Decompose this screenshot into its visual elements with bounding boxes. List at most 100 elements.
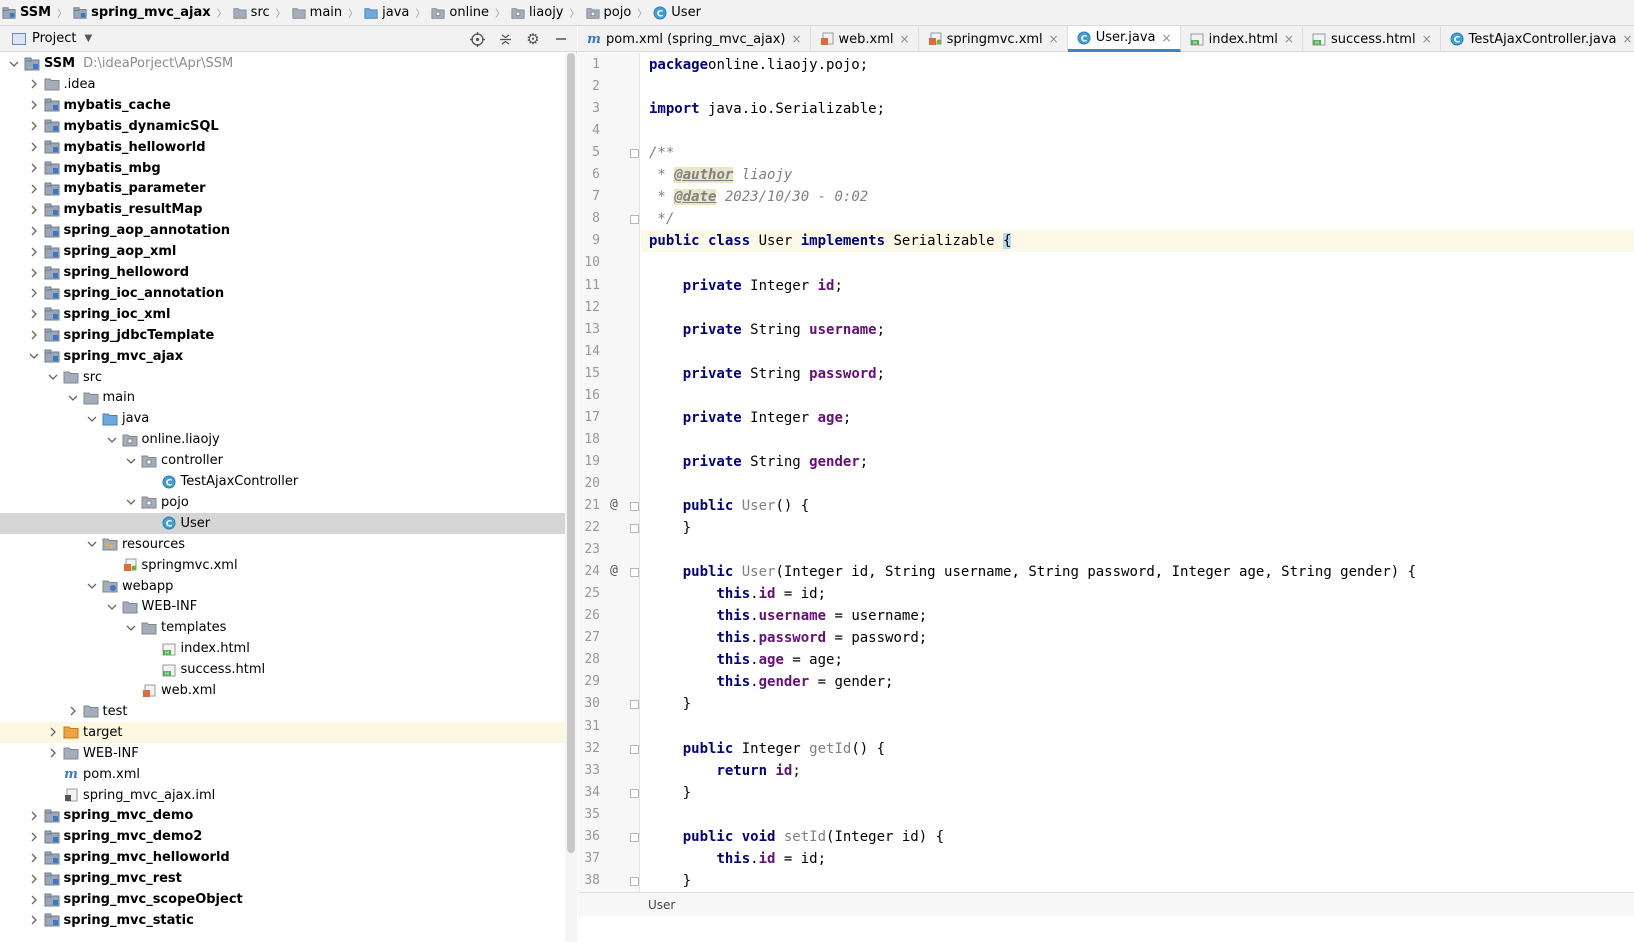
chevron-right-icon[interactable] bbox=[28, 267, 40, 279]
code-line[interactable]: /** bbox=[641, 142, 1634, 164]
code-line[interactable]: private String password; bbox=[641, 363, 1634, 385]
tree-item[interactable]: webapp bbox=[0, 576, 565, 597]
close-icon[interactable]: × bbox=[1284, 32, 1294, 46]
override-marker-icon[interactable]: @ bbox=[610, 497, 618, 512]
chevron-right-icon[interactable] bbox=[28, 308, 40, 320]
fold-toggle-icon[interactable] bbox=[630, 524, 639, 534]
tree-item[interactable]: spring_ioc_xml bbox=[0, 304, 565, 325]
tree-item[interactable]: .idea bbox=[0, 74, 565, 95]
code-line[interactable] bbox=[641, 252, 1634, 274]
collapse-all-icon[interactable] bbox=[497, 31, 513, 47]
editor-tab[interactable]: C User.java × bbox=[1067, 26, 1181, 52]
tree-item[interactable]: online.liaojy bbox=[0, 429, 565, 450]
fold-toggle-icon[interactable] bbox=[630, 700, 639, 710]
code-line[interactable]: public void setId(Integer id) { bbox=[641, 826, 1634, 848]
code-line[interactable]: } bbox=[641, 517, 1634, 539]
code-line[interactable] bbox=[641, 716, 1634, 738]
code-line[interactable]: public class User implements Serializabl… bbox=[641, 230, 1634, 253]
chevron-right-icon[interactable] bbox=[28, 141, 40, 153]
fold-toggle-icon[interactable] bbox=[630, 744, 639, 754]
tree-item[interactable]: spring_mvc_scopeObject bbox=[0, 889, 565, 910]
code-line[interactable] bbox=[641, 385, 1634, 407]
code-line[interactable]: } bbox=[641, 782, 1634, 804]
fold-toggle-icon[interactable] bbox=[630, 502, 639, 511]
chevron-right-icon[interactable] bbox=[28, 246, 40, 258]
tree-item[interactable]: spring_aop_annotation bbox=[0, 220, 565, 241]
code-line[interactable]: public User(Integer id, String username,… bbox=[641, 561, 1634, 583]
chevron-down-icon[interactable] bbox=[86, 538, 98, 550]
tree-item[interactable]: spring_jdbcTemplate bbox=[0, 325, 565, 346]
tree-item[interactable]: pojo bbox=[0, 492, 565, 513]
tree-item[interactable]: spring_ioc_annotation bbox=[0, 283, 565, 304]
tree-item[interactable]: spring_aop_xml bbox=[0, 241, 565, 262]
code-line[interactable]: */ bbox=[641, 208, 1634, 230]
code-line[interactable]: public User() { bbox=[641, 495, 1634, 517]
chevron-down-icon[interactable] bbox=[67, 392, 79, 404]
tree-item[interactable]: spring_helloword bbox=[0, 262, 565, 283]
tree-item[interactable]: web.xml bbox=[0, 680, 565, 701]
tree-item[interactable]: mybatis_cache bbox=[0, 95, 565, 116]
override-marker-icon[interactable]: @ bbox=[610, 563, 618, 578]
tree-item[interactable]: WEB-INF bbox=[0, 596, 565, 617]
tree-scrollbar-thumb[interactable] bbox=[567, 53, 575, 853]
tree-item[interactable]: spring_mvc_demo2 bbox=[0, 826, 565, 847]
code-line[interactable]: * @date 2023/10/30 - 0:02 bbox=[641, 186, 1634, 208]
breadcrumb-item[interactable]: pojo 〉 bbox=[585, 0, 654, 26]
tree-item[interactable]: spring_mvc_ajax bbox=[0, 346, 565, 367]
tree-item[interactable]: mybatis_parameter bbox=[0, 178, 565, 199]
code-line[interactable] bbox=[641, 120, 1634, 142]
editor-tab[interactable]: Hsuccess.html × bbox=[1303, 26, 1441, 52]
chevron-right-icon[interactable] bbox=[28, 831, 40, 843]
project-view-selector[interactable]: Project ▼ bbox=[12, 31, 92, 46]
chevron-down-icon[interactable] bbox=[106, 434, 118, 446]
tree-item[interactable]: SSM D:\ideaPorject\Apr\SSM bbox=[0, 53, 565, 74]
code-line[interactable]: this.password = password; bbox=[641, 627, 1634, 649]
code-line[interactable]: * @author liaojy bbox=[641, 164, 1634, 186]
tree-item[interactable]: spring_mvc_rest bbox=[0, 868, 565, 889]
tree-item[interactable]: templates bbox=[0, 617, 565, 638]
chevron-right-icon[interactable] bbox=[28, 99, 40, 111]
chevron-right-icon[interactable] bbox=[28, 204, 40, 216]
code-line[interactable] bbox=[641, 429, 1634, 451]
chevron-down-icon[interactable] bbox=[125, 455, 137, 467]
chevron-right-icon[interactable] bbox=[28, 914, 40, 926]
chevron-down-icon[interactable] bbox=[28, 350, 40, 362]
chevron-right-icon[interactable] bbox=[28, 329, 40, 341]
breadcrumb-item[interactable]: online 〉 bbox=[431, 0, 511, 26]
fold-toggle-icon[interactable] bbox=[630, 832, 639, 842]
breadcrumb-item[interactable]: C User bbox=[653, 0, 701, 26]
close-icon[interactable]: × bbox=[900, 32, 910, 46]
breadcrumb-item[interactable]: main 〉 bbox=[292, 0, 364, 26]
code-line[interactable]: private Integer age; bbox=[641, 407, 1634, 429]
tree-item[interactable]: WEB-INF bbox=[0, 743, 565, 764]
chevron-right-icon[interactable] bbox=[28, 852, 40, 864]
chevron-right-icon[interactable] bbox=[28, 162, 40, 174]
tree-item[interactable]: resources bbox=[0, 534, 565, 555]
fold-toggle-icon[interactable] bbox=[630, 568, 639, 578]
code-line[interactable] bbox=[641, 539, 1634, 561]
chevron-right-icon[interactable] bbox=[47, 747, 59, 759]
fold-toggle-icon[interactable] bbox=[630, 149, 639, 159]
code-line[interactable]: this.id = id; bbox=[641, 848, 1634, 870]
tree-item[interactable]: Hindex.html bbox=[0, 638, 565, 659]
editor-tab[interactable]: C TestAjaxController.java × bbox=[1441, 26, 1634, 52]
tree-item[interactable]: mybatis_helloworld bbox=[0, 137, 565, 158]
tree-item[interactable]: test bbox=[0, 701, 565, 722]
chevron-down-icon[interactable] bbox=[125, 622, 137, 634]
chevron-down-icon[interactable] bbox=[125, 496, 137, 508]
breadcrumb-item[interactable]: src 〉 bbox=[233, 0, 292, 26]
minimize-icon[interactable] bbox=[553, 31, 569, 47]
fold-toggle-icon[interactable] bbox=[630, 215, 639, 225]
tree-item[interactable]: mybatis_mbg bbox=[0, 158, 565, 179]
chevron-down-icon[interactable] bbox=[47, 371, 59, 383]
code-line[interactable]: this.age = age; bbox=[641, 649, 1634, 671]
close-icon[interactable]: × bbox=[1162, 31, 1172, 45]
breadcrumb-item[interactable]: spring_mvc_ajax 〉 bbox=[73, 0, 233, 26]
code-line[interactable]: return id; bbox=[641, 760, 1634, 782]
chevron-right-icon[interactable] bbox=[28, 183, 40, 195]
tree-item[interactable]: C User bbox=[0, 512, 565, 534]
code-line[interactable] bbox=[641, 341, 1634, 363]
tree-item[interactable]: Hsuccess.html bbox=[0, 659, 565, 680]
code-line[interactable] bbox=[641, 473, 1634, 495]
code-line[interactable]: this.username = username; bbox=[641, 605, 1634, 627]
